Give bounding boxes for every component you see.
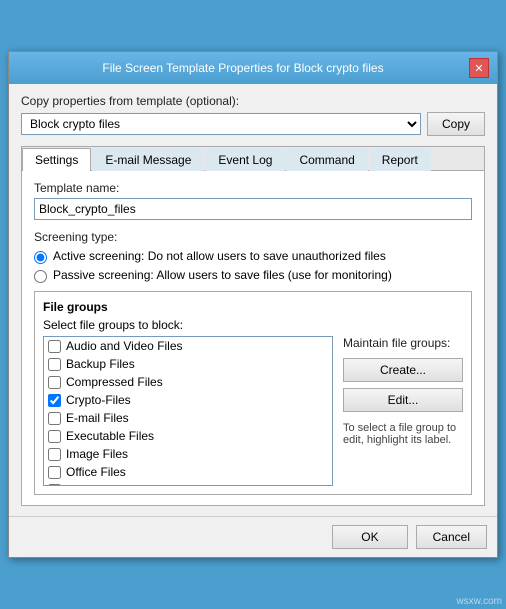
select-groups-label: Select file groups to block: bbox=[43, 318, 463, 332]
list-item[interactable]: Office Files bbox=[44, 463, 332, 481]
tab-settings[interactable]: Settings bbox=[22, 148, 91, 171]
template-name-input[interactable] bbox=[34, 198, 472, 220]
copy-row: Block crypto files Copy bbox=[21, 112, 485, 136]
list-item[interactable]: Backup Files bbox=[44, 355, 332, 373]
checkbox-email[interactable] bbox=[48, 412, 61, 425]
close-button[interactable]: ✕ bbox=[469, 58, 489, 78]
tab-bar: Settings E-mail Message Event Log Comman… bbox=[22, 147, 484, 171]
copy-label: Copy properties from template (optional)… bbox=[21, 94, 485, 108]
window-content: Copy properties from template (optional)… bbox=[9, 84, 497, 516]
ok-button[interactable]: OK bbox=[332, 525, 407, 549]
maintain-hint: To select a file group to edit, highligh… bbox=[343, 422, 463, 446]
maintain-label: Maintain file groups: bbox=[343, 336, 463, 350]
list-item[interactable]: Crypto-Files bbox=[44, 391, 332, 409]
list-item[interactable]: System Files bbox=[44, 481, 332, 486]
template-name-group: Template name: bbox=[34, 181, 472, 220]
checkbox-backup[interactable] bbox=[48, 358, 61, 371]
active-screening-label: Active screening: Do not allow users to … bbox=[53, 249, 386, 263]
tab-report[interactable]: Report bbox=[369, 148, 431, 171]
checkbox-audio[interactable] bbox=[48, 340, 61, 353]
tab-email[interactable]: E-mail Message bbox=[92, 148, 204, 171]
window-title: File Screen Template Properties for Bloc… bbox=[17, 61, 469, 75]
template-dropdown[interactable]: Block crypto files bbox=[21, 113, 421, 135]
list-item[interactable]: Executable Files bbox=[44, 427, 332, 445]
tab-content-settings: Template name: Screening type: Active sc… bbox=[22, 171, 484, 505]
main-window: File Screen Template Properties for Bloc… bbox=[8, 51, 498, 558]
file-groups-layout: Audio and Video Files Backup Files Compr… bbox=[43, 336, 463, 486]
maintain-section: Maintain file groups: Create... Edit... … bbox=[343, 336, 463, 486]
file-groups-heading: File groups bbox=[43, 300, 463, 314]
list-item[interactable]: Image Files bbox=[44, 445, 332, 463]
file-groups-section: File groups Select file groups to block:… bbox=[34, 291, 472, 495]
checkbox-image[interactable] bbox=[48, 448, 61, 461]
file-list: Audio and Video Files Backup Files Compr… bbox=[44, 337, 332, 486]
tab-command[interactable]: Command bbox=[286, 148, 367, 171]
list-item[interactable]: E-mail Files bbox=[44, 409, 332, 427]
edit-button[interactable]: Edit... bbox=[343, 388, 463, 412]
list-item[interactable]: Compressed Files bbox=[44, 373, 332, 391]
tab-eventlog[interactable]: Event Log bbox=[205, 148, 285, 171]
checkbox-executable[interactable] bbox=[48, 430, 61, 443]
bottom-buttons: OK Cancel bbox=[9, 516, 497, 557]
file-list-container[interactable]: Audio and Video Files Backup Files Compr… bbox=[43, 336, 333, 486]
passive-screening-label: Passive screening: Allow users to save f… bbox=[53, 268, 392, 282]
passive-screening-radio[interactable] bbox=[34, 270, 47, 283]
title-bar: File Screen Template Properties for Bloc… bbox=[9, 52, 497, 84]
template-name-label: Template name: bbox=[34, 181, 472, 195]
list-item[interactable]: Audio and Video Files bbox=[44, 337, 332, 355]
screening-type-group: Screening type: Active screening: Do not… bbox=[34, 230, 472, 283]
active-screening-radio[interactable] bbox=[34, 251, 47, 264]
create-button[interactable]: Create... bbox=[343, 358, 463, 382]
tab-container: Settings E-mail Message Event Log Comman… bbox=[21, 146, 485, 506]
active-screening-option: Active screening: Do not allow users to … bbox=[34, 249, 472, 264]
checkbox-office[interactable] bbox=[48, 466, 61, 479]
screening-type-label: Screening type: bbox=[34, 230, 472, 244]
checkbox-compressed[interactable] bbox=[48, 376, 61, 389]
checkbox-system[interactable] bbox=[48, 484, 61, 487]
copy-button[interactable]: Copy bbox=[427, 112, 485, 136]
copy-section: Copy properties from template (optional)… bbox=[21, 94, 485, 136]
watermark: wsxw.com bbox=[456, 596, 502, 607]
cancel-button[interactable]: Cancel bbox=[416, 525, 487, 549]
passive-screening-option: Passive screening: Allow users to save f… bbox=[34, 268, 472, 283]
checkbox-crypto[interactable] bbox=[48, 394, 61, 407]
